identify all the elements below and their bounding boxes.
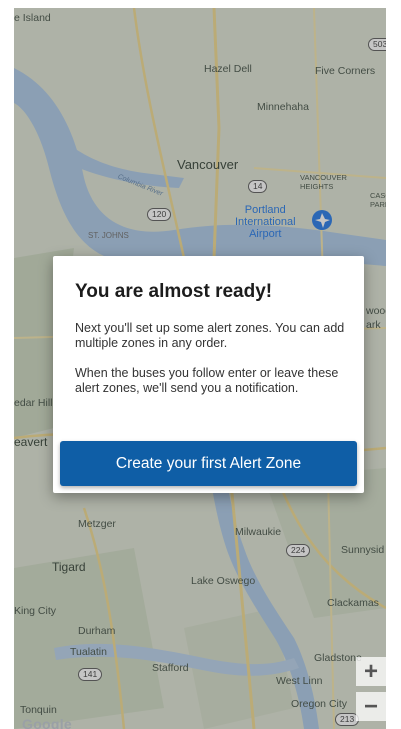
create-alert-zone-button[interactable]: Create your first Alert Zone bbox=[60, 441, 357, 486]
zoom-out-button[interactable]: − bbox=[356, 692, 386, 721]
dialog-body-text-2: When the buses you follow enter or leave… bbox=[75, 366, 339, 395]
dialog-title: You are almost ready! bbox=[75, 281, 273, 302]
google-logo: Google bbox=[22, 716, 73, 729]
dialog-body-text-1: Next you'll set up some alert zones. You… bbox=[75, 321, 345, 350]
screen: e Island Hazel Dell Five Corners Minneha… bbox=[0, 0, 401, 729]
onboarding-dialog: You are almost ready! Next you'll set up… bbox=[53, 256, 364, 493]
zoom-in-button[interactable]: + bbox=[356, 657, 386, 686]
